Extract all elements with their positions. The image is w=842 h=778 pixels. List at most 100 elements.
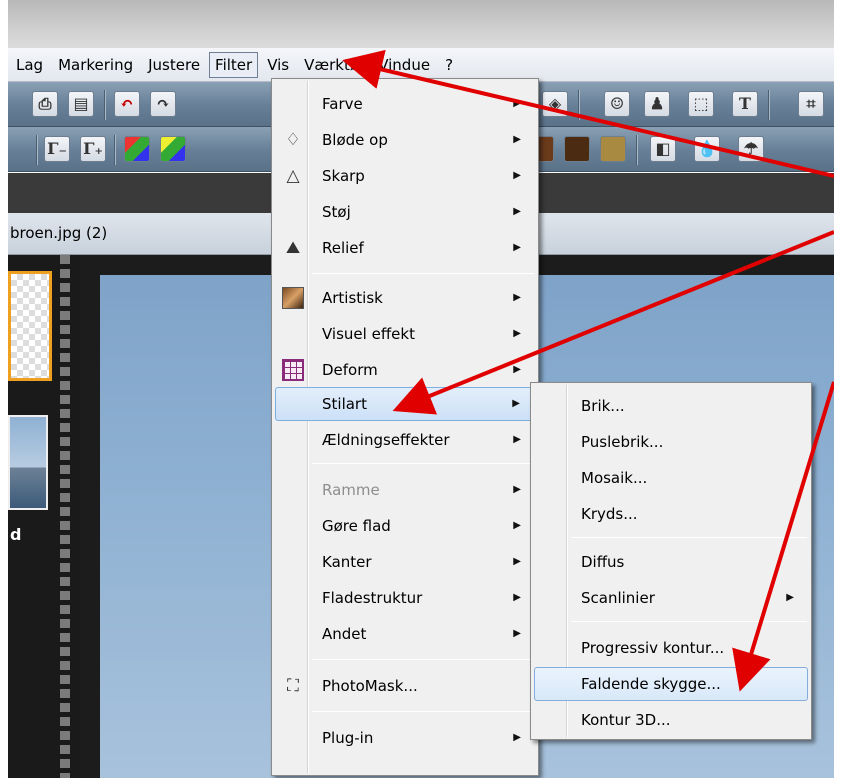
submenu-arrow-icon: ▶ (513, 134, 521, 145)
menu-item-label: Bløde op (322, 131, 388, 149)
selection-icon[interactable]: ⬚ (688, 91, 714, 117)
grid-icon (282, 359, 304, 381)
submenu-arrow-icon: ▶ (512, 398, 520, 409)
submenu-arrow-icon: ▶ (513, 484, 521, 495)
drop-tool-alt-icon[interactable]: ☂ (738, 136, 764, 162)
toolbar-separator (768, 90, 770, 120)
menu-vis[interactable]: Vis (261, 52, 295, 78)
crop-icon[interactable]: ⌗ (798, 91, 824, 117)
filter-item-bloede-op[interactable]: ♢ Bløde op ▶ (275, 123, 535, 157)
menu-item-label: Skarp (322, 167, 365, 185)
filter-item-kanter[interactable]: Kanter ▶ (275, 545, 535, 579)
menu-item-label: Brik... (581, 397, 625, 415)
toolbar-separator (104, 90, 106, 120)
filter-item-farve[interactable]: Farve ▶ (275, 87, 535, 121)
menu-item-label: Scanlinier (581, 589, 655, 607)
menu-item-label: PhotoMask... (322, 677, 418, 695)
filter-item-goere-flad[interactable]: Gøre flad ▶ (275, 509, 535, 543)
menu-help[interactable]: ? (439, 52, 459, 78)
menu-separator (312, 273, 534, 274)
thumbnail-label: d (10, 525, 22, 544)
filter-item-andet[interactable]: Andet ▶ (275, 617, 535, 651)
color-plus-icon[interactable] (160, 136, 186, 162)
toolbar-separator (36, 135, 38, 165)
filter-item-artistisk[interactable]: Artistisk ▶ (275, 281, 535, 315)
submenu-arrow-icon: ▶ (513, 628, 521, 639)
filter-item-visuel-effekt[interactable]: Visuel effekt ▶ (275, 317, 535, 351)
mosaic-light-icon[interactable] (600, 136, 626, 162)
submenu-arrow-icon: ▶ (786, 592, 794, 603)
document-tab[interactable]: broen.jpg (2) (8, 213, 117, 255)
menu-lag[interactable]: Lag (10, 52, 49, 78)
menu-item-label: Faldende skygge... (581, 675, 721, 693)
menu-item-label: Andet (322, 625, 367, 643)
menu-vindue[interactable]: Vindue (372, 52, 436, 78)
portrait-icon (282, 287, 304, 309)
filter-item-ramme[interactable]: Ramme ▶ (275, 473, 535, 507)
filter-item-plug-in[interactable]: Plug-in ▶ (275, 721, 535, 755)
stilart-item-faldende-skygge[interactable]: Faldende skygge... (534, 667, 808, 701)
color-minus-icon[interactable] (124, 136, 150, 162)
photomask-icon: ⛶ (287, 676, 299, 696)
menu-item-label: Relief (322, 239, 364, 257)
menu-item-label: Visuel effekt (322, 325, 415, 343)
submenu-arrow-icon: ▶ (513, 520, 521, 531)
text-tool-icon[interactable]: T (732, 91, 758, 117)
menu-item-label: Progressiv kontur... (581, 639, 725, 657)
submenu-arrow-icon: ▶ (513, 292, 521, 303)
menu-vaerktoej[interactable]: Værktøj (298, 52, 369, 78)
menu-item-label: Fladestruktur (322, 589, 423, 607)
window-icon[interactable]: ◧ (650, 136, 676, 162)
menu-item-label: Kanter (322, 553, 372, 571)
submenu-arrow-icon: ▶ (513, 170, 521, 181)
thumbnail-bridge[interactable] (8, 415, 48, 510)
menu-item-label: Plug-in (322, 729, 374, 747)
undo-icon[interactable]: ↶ (114, 91, 140, 117)
menu-justere[interactable]: Justere (142, 52, 206, 78)
gamma-plus-icon[interactable]: Γ₊ (80, 136, 106, 162)
filter-item-fladestruktur[interactable]: Fladestruktur ▶ (275, 581, 535, 615)
print-icon[interactable]: ⎙ (32, 91, 58, 117)
filter-item-relief[interactable]: ⛰ Relief ▶ (275, 231, 535, 265)
person-icon[interactable]: ☺ (604, 91, 630, 117)
thumbnail-transparent[interactable] (8, 271, 52, 381)
menu-separator (312, 659, 534, 660)
scanner-icon[interactable]: ▤ (68, 91, 94, 117)
menu-separator (571, 621, 807, 622)
filter-item-stilart[interactable]: Stilart ▶ (275, 387, 535, 421)
triangle-icon: △ (286, 166, 300, 186)
stilart-item-kryds[interactable]: Kryds... (534, 497, 808, 531)
stilart-item-brik[interactable]: Brik... (534, 389, 808, 423)
figure-icon[interactable]: ♟ (644, 91, 670, 117)
mosaic-dark-icon[interactable] (564, 136, 590, 162)
toolbar-separator (636, 135, 638, 165)
drop-tool-icon[interactable]: 💧 (694, 136, 720, 162)
application-window: Lag Markering Justere Filter Vis Værktøj… (8, 0, 834, 778)
menu-item-label: Ældningseffekter (322, 431, 450, 449)
filter-item-skarp[interactable]: △ Skarp ▶ (275, 159, 535, 193)
filter-item-deform[interactable]: Deform ▶ (275, 353, 535, 387)
stilart-item-scanlinier[interactable]: Scanlinier ▶ (534, 581, 808, 615)
filter-item-aeldningseffekter[interactable]: Ældningseffekter ▶ (275, 423, 535, 457)
filter-item-photomask[interactable]: ⛶ PhotoMask... (275, 669, 535, 703)
gamma-minus-icon[interactable]: Γ₋ (44, 136, 70, 162)
toolbar-separator (578, 90, 580, 120)
submenu-arrow-icon: ▶ (513, 98, 521, 109)
menu-markering[interactable]: Markering (52, 52, 139, 78)
menu-item-label: Stilart (322, 395, 367, 413)
filter-item-stoej[interactable]: Støj ▶ (275, 195, 535, 229)
film-strip: d (8, 255, 80, 778)
effect-icon[interactable]: ◈ (542, 91, 568, 117)
menu-filter[interactable]: Filter (209, 51, 259, 78)
menu-item-label: Farve (322, 95, 363, 113)
stilart-item-mosaik[interactable]: Mosaik... (534, 461, 808, 495)
stilart-item-kontur-3d[interactable]: Kontur 3D... (534, 703, 808, 737)
film-perforation (60, 255, 70, 778)
stilart-item-puslebrik[interactable]: Puslebrik... (534, 425, 808, 459)
submenu-arrow-icon: ▶ (513, 206, 521, 217)
title-bar (8, 0, 834, 48)
stilart-item-diffus[interactable]: Diffus (534, 545, 808, 579)
stilart-item-progressiv-kontur[interactable]: Progressiv kontur... (534, 631, 808, 665)
filter-menu: Farve ▶ ♢ Bløde op ▶ △ Skarp ▶ Støj ▶ ⛰ Relief ▶… (271, 78, 539, 776)
redo-icon[interactable]: ↷ (150, 91, 176, 117)
